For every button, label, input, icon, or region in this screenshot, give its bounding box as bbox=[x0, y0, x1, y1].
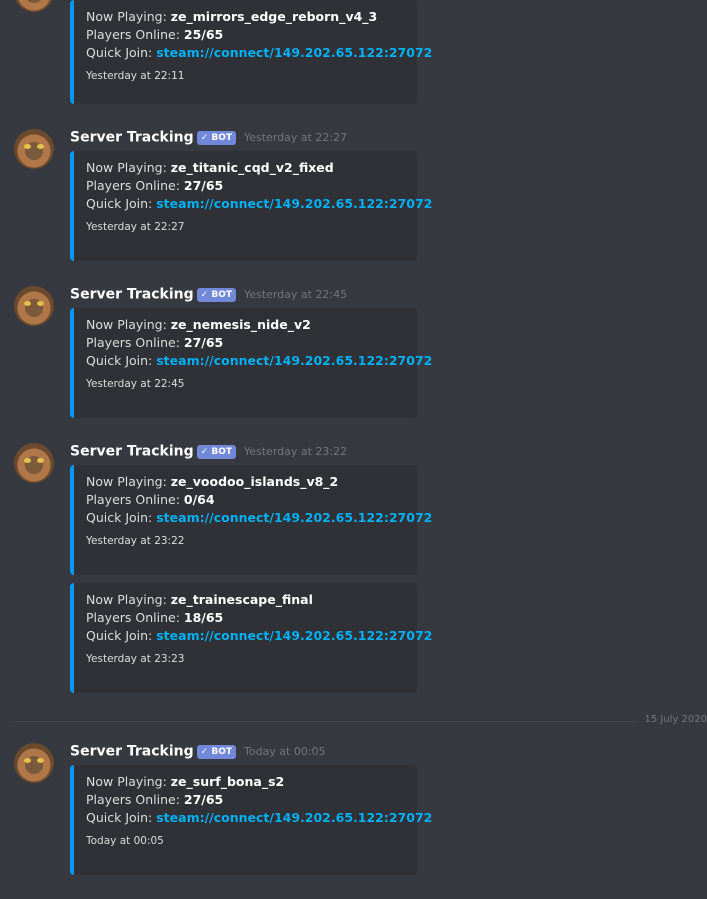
quick-join-label: Quick Join: bbox=[86, 510, 157, 525]
bot-tag: ✓ BOT bbox=[196, 287, 236, 302]
embed-footer-timestamp: Yesterday at 22:27 bbox=[86, 221, 185, 233]
message-timestamp[interactable]: Today at 00:05 bbox=[244, 745, 326, 758]
quick-join-label: Quick Join: bbox=[86, 810, 157, 825]
avatar[interactable] bbox=[14, 286, 54, 326]
message-timestamp[interactable]: Yesterday at 22:27 bbox=[244, 131, 347, 144]
author-name[interactable]: Server Tracking bbox=[70, 744, 194, 760]
player-count: 27/65 bbox=[183, 178, 224, 193]
now-playing-label: Now Playing: bbox=[86, 317, 171, 332]
avatar[interactable] bbox=[14, 443, 54, 483]
bot-tag: ✓ BOT bbox=[196, 744, 236, 759]
message-timestamp[interactable]: Yesterday at 23:22 bbox=[244, 445, 347, 458]
quick-join-link[interactable]: steam://connect/149.202.65.122:27072 bbox=[156, 353, 432, 368]
players-online-label: Players Online: bbox=[86, 792, 184, 807]
author-name[interactable]: Server Tracking bbox=[70, 130, 194, 146]
embed-footer-timestamp: Yesterday at 22:45 bbox=[86, 378, 185, 390]
now-playing-label: Now Playing: bbox=[86, 9, 171, 24]
quick-join-label: Quick Join: bbox=[86, 628, 157, 643]
message-header: Server Tracking ✓ BOT Yesterday at 22:27 bbox=[70, 127, 347, 147]
players-online-label: Players Online: bbox=[86, 492, 184, 507]
avatar[interactable] bbox=[14, 743, 54, 783]
bot-tag: ✓ BOT bbox=[196, 130, 236, 145]
message-header: Server Tracking ✓ BOT Yesterday at 22:45 bbox=[70, 284, 347, 304]
embed-footer-timestamp: Yesterday at 23:22 bbox=[86, 535, 185, 547]
quick-join-label: Quick Join: bbox=[86, 45, 157, 60]
server-embed: Now Playing: ze_trainescape_final Player… bbox=[70, 583, 432, 693]
message-header: Server Tracking ✓ BOT Yesterday at 23:22 bbox=[70, 441, 347, 461]
date-divider-label: 15 July 2020 bbox=[640, 714, 707, 725]
server-embed: Now Playing: ze_voodoo_islands_v8_2 Play… bbox=[70, 465, 432, 575]
player-count: 27/65 bbox=[183, 335, 224, 350]
message-timestamp[interactable]: Yesterday at 22:45 bbox=[244, 288, 347, 301]
avatar[interactable] bbox=[14, 0, 54, 12]
map-name: ze_titanic_cqd_v2_fixed bbox=[170, 160, 334, 175]
now-playing-label: Now Playing: bbox=[86, 774, 171, 789]
author-name[interactable]: Server Tracking bbox=[70, 287, 194, 303]
embed-footer-timestamp: Today at 00:05 bbox=[86, 835, 164, 847]
bot-tag: ✓ BOT bbox=[196, 444, 236, 459]
quick-join-link[interactable]: steam://connect/149.202.65.122:27072 bbox=[156, 628, 432, 643]
quick-join-link[interactable]: steam://connect/149.202.65.122:27072 bbox=[156, 810, 432, 825]
players-online-label: Players Online: bbox=[86, 610, 184, 625]
now-playing-label: Now Playing: bbox=[86, 474, 171, 489]
server-embed: Now Playing: ze_nemesis_nide_v2 Players … bbox=[70, 308, 432, 418]
server-embed: Now Playing: ze_surf_bona_s2 Players Onl… bbox=[70, 765, 432, 875]
quick-join-link[interactable]: steam://connect/149.202.65.122:27072 bbox=[156, 196, 432, 211]
server-embed: Now Playing: ze_mirrors_edge_reborn_v4_3… bbox=[70, 0, 432, 104]
map-name: ze_nemesis_nide_v2 bbox=[170, 317, 311, 332]
author-name[interactable]: Server Tracking bbox=[70, 444, 194, 460]
quick-join-link[interactable]: steam://connect/149.202.65.122:27072 bbox=[156, 45, 432, 60]
player-count: 27/65 bbox=[183, 792, 224, 807]
player-count: 18/65 bbox=[183, 610, 224, 625]
player-count: 25/65 bbox=[183, 27, 224, 42]
map-name: ze_voodoo_islands_v8_2 bbox=[170, 474, 339, 489]
embed-footer-timestamp: Yesterday at 22:11 bbox=[86, 70, 185, 82]
quick-join-label: Quick Join: bbox=[86, 196, 157, 211]
quick-join-link[interactable]: steam://connect/149.202.65.122:27072 bbox=[156, 510, 432, 525]
quick-join-label: Quick Join: bbox=[86, 353, 157, 368]
players-online-label: Players Online: bbox=[86, 27, 184, 42]
player-count: 0/64 bbox=[183, 492, 215, 507]
server-embed: Now Playing: ze_titanic_cqd_v2_fixed Pla… bbox=[70, 151, 432, 261]
now-playing-label: Now Playing: bbox=[86, 592, 171, 607]
map-name: ze_mirrors_edge_reborn_v4_3 bbox=[170, 9, 378, 24]
players-online-label: Players Online: bbox=[86, 178, 184, 193]
players-online-label: Players Online: bbox=[86, 335, 184, 350]
message-header: Server Tracking ✓ BOT Today at 00:05 bbox=[70, 741, 326, 761]
now-playing-label: Now Playing: bbox=[86, 160, 171, 175]
embed-footer-timestamp: Yesterday at 23:23 bbox=[86, 653, 185, 665]
map-name: ze_trainescape_final bbox=[170, 592, 313, 607]
avatar[interactable] bbox=[14, 129, 54, 169]
map-name: ze_surf_bona_s2 bbox=[170, 774, 285, 789]
date-divider-line bbox=[14, 721, 637, 722]
